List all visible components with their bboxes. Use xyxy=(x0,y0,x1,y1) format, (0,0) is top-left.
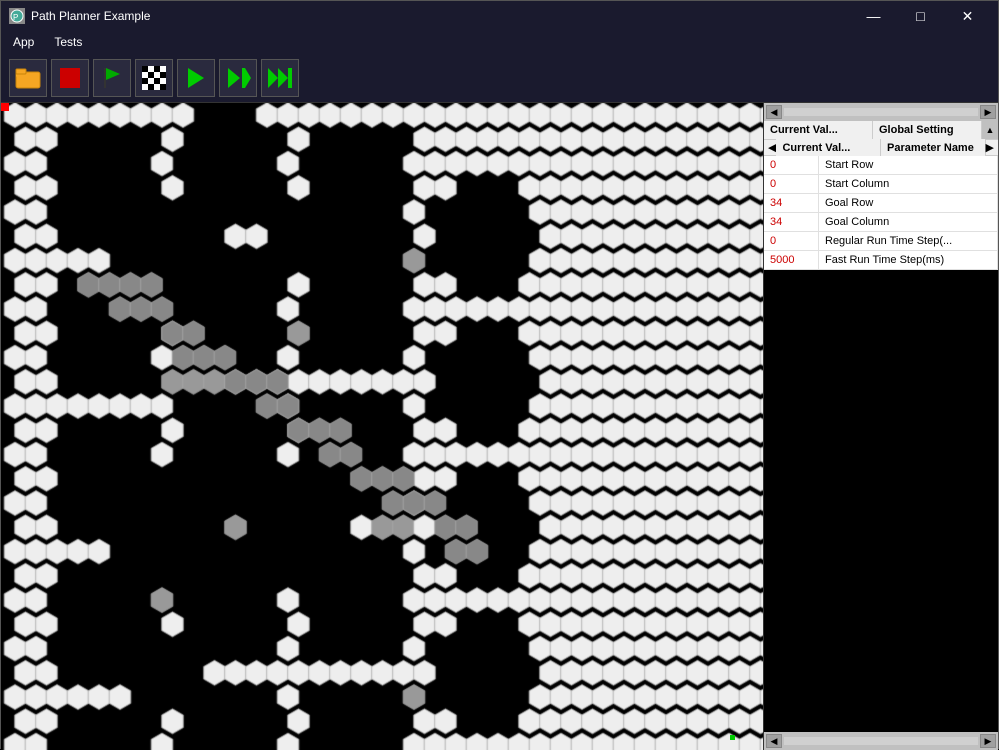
setting-value: 0 xyxy=(764,175,819,193)
setting-value: 5000 xyxy=(764,251,819,269)
settings-row[interactable]: 34 Goal Row xyxy=(764,194,998,213)
play-next-button[interactable] xyxy=(219,59,257,97)
hex-grid-canvas[interactable] xyxy=(1,103,763,750)
top-scrollbar[interactable]: ◀ ▶ xyxy=(764,103,998,121)
settings-row[interactable]: 0 Regular Run Time Step(... xyxy=(764,232,998,251)
close-button[interactable]: ✕ xyxy=(945,1,990,31)
title-bar-left: P Path Planner Example xyxy=(9,8,150,24)
title-bar: P Path Planner Example — □ ✕ xyxy=(1,1,998,31)
scroll-right-bottom[interactable]: ▶ xyxy=(980,734,996,748)
nav-right-top[interactable]: ▶ xyxy=(986,141,994,154)
fast-forward-button[interactable] xyxy=(261,59,299,97)
settings-row[interactable]: 0 Start Row xyxy=(764,156,998,175)
nav-row-top: ◀ Current Val... Parameter Name ▶ xyxy=(764,140,998,156)
toolbar xyxy=(1,53,998,103)
setting-parameter: Start Row xyxy=(819,156,998,174)
global-setting-header: Global Setting xyxy=(873,121,982,139)
menu-bar: App Tests xyxy=(1,31,998,53)
main-area: ◀ ▶ Current Val... Global Setting ▲ ◀ Cu… xyxy=(1,103,998,750)
param-headers: Current Val... Parameter Name xyxy=(776,139,985,157)
setting-parameter: Start Column xyxy=(819,175,998,193)
title-controls: — □ ✕ xyxy=(851,1,990,31)
app-icon: P xyxy=(9,8,25,24)
svg-text:P: P xyxy=(13,13,18,22)
scroll-left-top[interactable]: ◀ xyxy=(766,105,782,119)
settings-row[interactable]: 34 Goal Column xyxy=(764,213,998,232)
settings-row[interactable]: 0 Start Column xyxy=(764,175,998,194)
play-button[interactable] xyxy=(177,59,215,97)
setting-value: 34 xyxy=(764,213,819,231)
current-val-col-header: Current Val... xyxy=(776,139,881,157)
setting-parameter: Regular Run Time Step(... xyxy=(819,232,998,250)
maximize-button[interactable]: □ xyxy=(898,1,943,31)
settings-rows: 0 Start Row 0 Start Column 34 Goal Row 3… xyxy=(764,156,998,270)
scroll-left-bottom[interactable]: ◀ xyxy=(766,734,782,748)
canvas-area[interactable] xyxy=(1,103,763,750)
checkerboard-button[interactable] xyxy=(135,59,173,97)
nav-left-top[interactable]: ◀ xyxy=(768,141,776,154)
menu-tests[interactable]: Tests xyxy=(46,33,90,51)
setting-value: 0 xyxy=(764,232,819,250)
setting-value: 34 xyxy=(764,194,819,212)
parameter-name-col-header: Parameter Name xyxy=(881,139,986,157)
setting-parameter: Fast Run Time Step(ms) xyxy=(819,251,998,269)
global-settings-header: Current Val... Global Setting ▲ xyxy=(764,121,998,140)
open-folder-button[interactable] xyxy=(9,59,47,97)
flag-button[interactable] xyxy=(93,59,131,97)
goal-marker xyxy=(730,735,735,740)
setting-parameter: Goal Row xyxy=(819,194,998,212)
right-panel: ◀ ▶ Current Val... Global Setting ▲ ◀ Cu… xyxy=(763,103,998,750)
bottom-scrollbar[interactable]: ◀ ▶ xyxy=(764,732,998,750)
scroll-right-top[interactable]: ▶ xyxy=(980,105,996,119)
scroll-track-top[interactable] xyxy=(784,108,978,116)
setting-parameter: Goal Column xyxy=(819,213,998,231)
stop-button[interactable] xyxy=(51,59,89,97)
menu-app[interactable]: App xyxy=(5,33,42,51)
setting-value: 0 xyxy=(764,156,819,174)
window-title: Path Planner Example xyxy=(31,9,150,23)
start-marker xyxy=(1,103,9,111)
scroll-track-bottom[interactable] xyxy=(784,737,978,745)
minimize-button[interactable]: — xyxy=(851,1,896,31)
current-val-header: Current Val... xyxy=(764,121,873,139)
settings-row[interactable]: 5000 Fast Run Time Step(ms) xyxy=(764,251,998,270)
panel-scroll-up[interactable]: ▲ xyxy=(982,121,998,139)
